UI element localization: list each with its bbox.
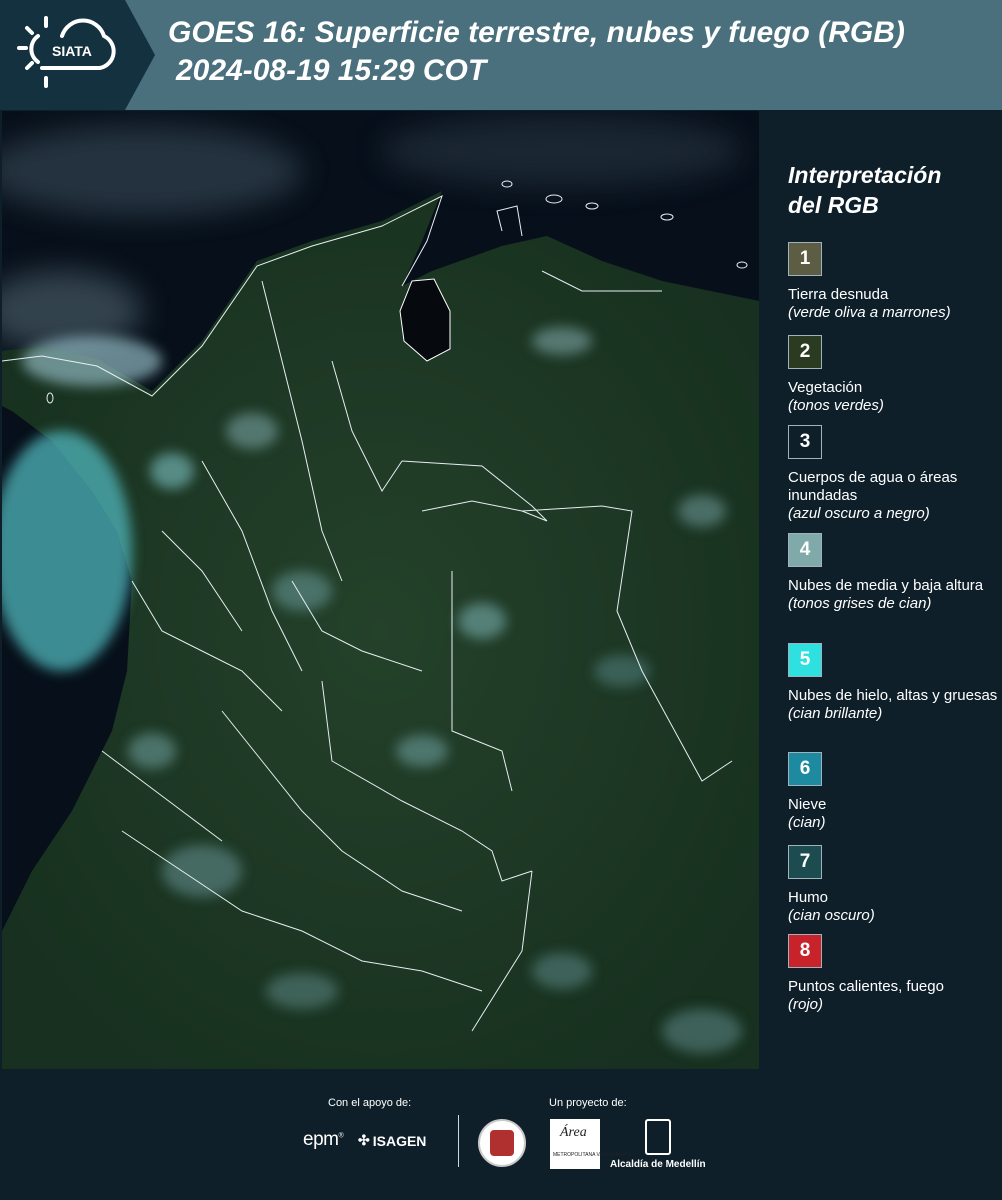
legend-swatch: 4 xyxy=(788,533,822,567)
legend-item-desc: (cian) xyxy=(788,814,826,831)
legend-swatch: 3 xyxy=(788,425,822,459)
legend-item-mid-low-clouds: 4 Nubes de media y baja altura (tonos gr… xyxy=(788,533,998,613)
legend-item-smoke: 7 Humo (cian oscuro) xyxy=(788,845,998,925)
legend-swatch: 8 xyxy=(788,934,822,968)
legend-title: Interpretación del RGB xyxy=(788,160,997,220)
legend-item-desc: (cian oscuro) xyxy=(788,907,875,924)
legend: Interpretación del RGB 1 Tierra desnuda … xyxy=(772,160,997,1013)
seal-shield-icon xyxy=(490,1130,514,1156)
isagen-logo: ✣ ISAGEN xyxy=(358,1132,426,1149)
legend-title-line1: Interpretación xyxy=(788,162,942,188)
legend-item-desc: (tonos grises de cian) xyxy=(788,595,932,612)
page-title: GOES 16: Superficie terrestre, nubes y f… xyxy=(168,14,905,90)
area-logo-text: METROPOLITANA Valle de Aburrá xyxy=(553,1152,631,1158)
legend-swatch: 1 xyxy=(788,242,822,276)
alcaldia-label: Alcaldía de Medellín xyxy=(610,1159,706,1170)
legend-item-label: Tierra desnuda xyxy=(788,286,889,303)
legend-item-label: Puntos calientes, fuego xyxy=(788,978,944,995)
project-label: Un proyecto de: xyxy=(549,1097,627,1109)
legend-item-snow: 6 Nieve (cian) xyxy=(788,752,998,832)
alcaldia-shield-icon xyxy=(645,1119,671,1155)
footer-divider xyxy=(458,1115,459,1167)
legend-item-desc: (verde oliva a marrones) xyxy=(788,304,951,321)
siata-logo: SIATA xyxy=(0,0,155,110)
area-logo-title: Área xyxy=(560,1125,587,1140)
isagen-logo-text: ISAGEN xyxy=(372,1132,427,1149)
legend-item-label: Nubes de media y baja altura xyxy=(788,577,984,594)
legend-item-desc: (azul oscuro a negro) xyxy=(788,505,930,522)
legend-swatch: 5 xyxy=(788,643,822,677)
siata-logo-text: SIATA xyxy=(52,43,92,59)
legend-item-hotspots: 8 Puntos calientes, fuego (rojo) xyxy=(788,934,998,1014)
legend-swatch: 6 xyxy=(788,752,822,786)
legend-item-desc: (tonos verdes) xyxy=(788,397,884,414)
legend-swatch: 2 xyxy=(788,335,822,369)
legend-item-label: Nieve xyxy=(788,796,827,813)
title-line1: GOES 16: Superficie terrestre, nubes y f… xyxy=(168,16,905,49)
legend-item-water: 3 Cuerpos de agua o áreas inundadas (azu… xyxy=(788,425,998,523)
footer: Con el apoyo de: Un proyecto de: epm® ✣ … xyxy=(0,1069,1002,1200)
legend-item-vegetation: 2 Vegetación (tonos verdes) xyxy=(788,335,998,415)
legend-item-bare-soil: 1 Tierra desnuda (verde oliva a marrones… xyxy=(788,242,998,322)
legend-item-label: Humo xyxy=(788,889,829,906)
isagen-icon: ✣ xyxy=(358,1132,370,1148)
legend-swatch: 7 xyxy=(788,845,822,879)
legend-item-label: Nubes de hielo, altas y gruesas xyxy=(788,687,998,704)
university-seal-logo xyxy=(478,1119,526,1167)
legend-item-ice-clouds: 5 Nubes de hielo, altas y gruesas (cian … xyxy=(788,643,998,723)
epm-logo-text: epm xyxy=(303,1129,339,1150)
legend-item-label: Cuerpos de agua o áreas inundadas xyxy=(788,469,958,504)
support-label: Con el apoyo de: xyxy=(328,1097,412,1109)
area-metropolitana-logo: Área METROPOLITANA Valle de Aburrá xyxy=(550,1119,630,1169)
legend-item-desc: (cian brillante) xyxy=(788,705,883,722)
title-line2: 2024-08-19 15:29 COT xyxy=(176,54,487,87)
legend-title-line2: del RGB xyxy=(788,192,879,218)
legend-item-label: Vegetación xyxy=(788,379,863,396)
header: SIATA GOES 16: Superficie terrestre, nub… xyxy=(0,0,1002,110)
legend-item-desc: (rojo) xyxy=(788,996,824,1013)
epm-logo: epm® xyxy=(303,1129,344,1150)
satellite-map xyxy=(2,111,759,1069)
